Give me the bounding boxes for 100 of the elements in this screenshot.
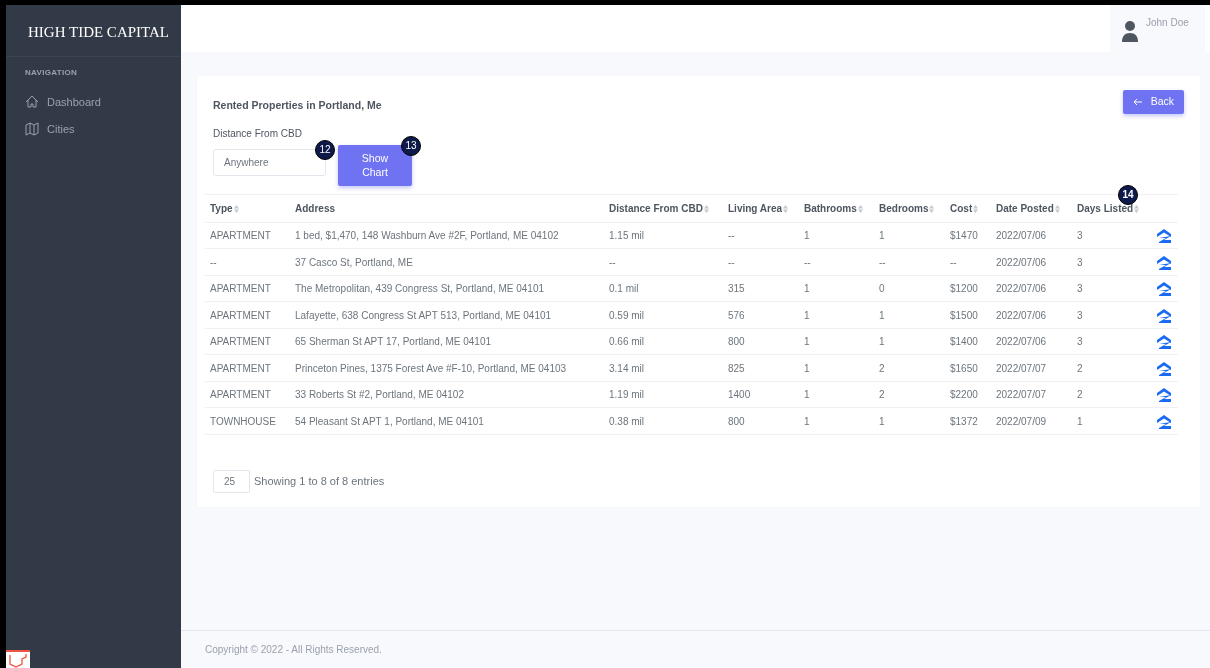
- table-cell: 1: [1077, 415, 1083, 427]
- table-cell: 2022/07/06: [996, 336, 1047, 347]
- table-cell: 2022/07/06: [996, 309, 1047, 321]
- table-cell: 2: [1077, 389, 1083, 400]
- entries-info: Showing 1 to 8 of 8 entries: [254, 474, 385, 489]
- house-link-icon[interactable]: [1157, 308, 1171, 323]
- table-cell: 3: [1077, 230, 1083, 241]
- table-cell: --: [804, 256, 811, 268]
- house-link-icon[interactable]: [1157, 255, 1171, 270]
- table-cell: APARTMENT: [210, 230, 271, 241]
- map-icon: [25, 121, 39, 136]
- table-cell: 1: [804, 336, 810, 347]
- column-header[interactable]: Days Listed: [1077, 202, 1134, 214]
- table-cell: 3: [1077, 309, 1083, 321]
- step-badge: 14: [1118, 184, 1138, 205]
- column-header[interactable]: Address: [295, 202, 335, 214]
- table-cell: 0.66 mil: [609, 336, 644, 347]
- table-cell: $1372: [950, 415, 978, 427]
- back-button[interactable]: Back: [1122, 90, 1184, 114]
- table-cell: 3: [1077, 256, 1083, 268]
- table-cell: 1: [879, 336, 885, 347]
- table-cell: $1650: [950, 362, 978, 374]
- table-cell: APARTMENT: [210, 336, 271, 347]
- table-cell: 3.14 mil: [609, 362, 644, 374]
- table-cell: 825: [728, 362, 745, 374]
- table-cell: 54 Pleasant St APT 1, Portland, ME 04101: [295, 415, 484, 427]
- page-size-select[interactable]: 25: [213, 469, 250, 493]
- user-icon[interactable]: [1122, 20, 1138, 42]
- table-cell: 1: [804, 309, 810, 321]
- house-link-icon[interactable]: [1157, 229, 1171, 244]
- table-cell: --: [728, 256, 735, 268]
- column-header[interactable]: Distance From CBD: [609, 202, 703, 214]
- table-cell: 1: [804, 389, 810, 400]
- table-cell: 1400: [728, 389, 751, 400]
- table-cell: 2022/07/06: [996, 283, 1047, 294]
- table-cell: 1: [804, 283, 810, 294]
- home-icon: [25, 95, 39, 110]
- table-cell: 1: [879, 415, 885, 427]
- table-cell: 2: [1077, 362, 1083, 374]
- arrow-left-icon: [1132, 97, 1143, 106]
- table-cell: 2022/07/09: [996, 415, 1047, 427]
- table-cell: 315: [728, 283, 745, 294]
- house-link-icon[interactable]: [1157, 282, 1171, 297]
- table-cell: --: [609, 256, 616, 268]
- house-link-icon[interactable]: [1157, 388, 1171, 403]
- house-link-icon[interactable]: [1157, 414, 1171, 429]
- table-cell: 1 bed, $1,470, 148 Washburn Ave #2F, Portland, ME 04102: [295, 230, 559, 241]
- nav-item[interactable]: Cities: [6, 115, 181, 142]
- column-header[interactable]: Living Area: [728, 202, 783, 214]
- table-cell: --: [728, 230, 735, 241]
- table-cell: 800: [728, 415, 745, 427]
- table-cell: 1: [804, 230, 810, 241]
- table-cell: 2022/07/06: [996, 230, 1047, 241]
- table-cell: 2: [879, 389, 885, 400]
- table-cell: 0.38 mil: [609, 415, 644, 427]
- table-cell: $2200: [950, 389, 978, 400]
- table-cell: 2022/07/07: [996, 362, 1047, 374]
- footer-text: Copyright © 2022 - All Rights Reserved.: [181, 630, 1210, 668]
- table-cell: 37 Casco St, Portland, ME: [295, 256, 413, 268]
- column-header[interactable]: Bathrooms: [804, 202, 857, 214]
- table-cell: 0: [879, 283, 885, 294]
- table-cell: 1: [879, 309, 885, 321]
- table-cell: 3: [1077, 336, 1083, 347]
- nav-heading: NAVIGATION: [25, 67, 79, 79]
- table-cell: Princeton Pines, 1375 Forest Ave #F-10, Portland, ME 04103: [295, 362, 567, 374]
- table-cell: 2: [879, 362, 885, 374]
- table-cell: 800: [728, 336, 745, 347]
- table-cell: $1400: [950, 336, 978, 347]
- step-badge: 12: [315, 139, 335, 160]
- table-cell: $1500: [950, 309, 978, 321]
- table-cell: 33 Roberts St #2, Portland, ME 04102: [295, 389, 464, 400]
- table-cell: --: [879, 256, 886, 268]
- table-cell: TOWNHOUSE: [210, 415, 276, 427]
- table-cell: APARTMENT: [210, 283, 271, 294]
- column-header[interactable]: Date Posted: [996, 202, 1054, 214]
- table-cell: 2022/07/07: [996, 389, 1047, 400]
- table-cell: 0.1 mil: [609, 283, 639, 294]
- table-cell: $1200: [950, 283, 978, 294]
- table-cell: 0.59 mil: [609, 309, 644, 321]
- column-header[interactable]: Cost: [950, 202, 973, 214]
- table-cell: 1: [804, 362, 810, 374]
- house-link-icon[interactable]: [1157, 335, 1171, 350]
- table-cell: 1: [879, 230, 885, 241]
- table-cell: 1: [804, 415, 810, 427]
- table-cell: --: [950, 256, 957, 268]
- table-cell: 65 Sherman St APT 17, Portland, ME 04101: [295, 336, 492, 347]
- table-cell: 3: [1077, 283, 1083, 294]
- nav-item[interactable]: Dashboard: [6, 89, 181, 116]
- table-cell: 1.19 mil: [609, 389, 644, 400]
- table-cell: APARTMENT: [210, 309, 271, 321]
- column-header[interactable]: Type: [210, 202, 233, 214]
- table-cell: 1.15 mil: [609, 230, 644, 241]
- table-cell: APARTMENT: [210, 362, 271, 374]
- card-title: Rented Properties in Portland, Me: [213, 98, 382, 113]
- house-link-icon[interactable]: [1157, 361, 1171, 376]
- step-badge: 13: [401, 135, 421, 156]
- table-cell: --: [210, 256, 217, 268]
- column-header[interactable]: Bedrooms: [879, 202, 929, 214]
- logo-icon: [6, 650, 30, 668]
- table-cell: The Metropolitan, 439 Congress St, Portland, ME 04101: [295, 283, 545, 294]
